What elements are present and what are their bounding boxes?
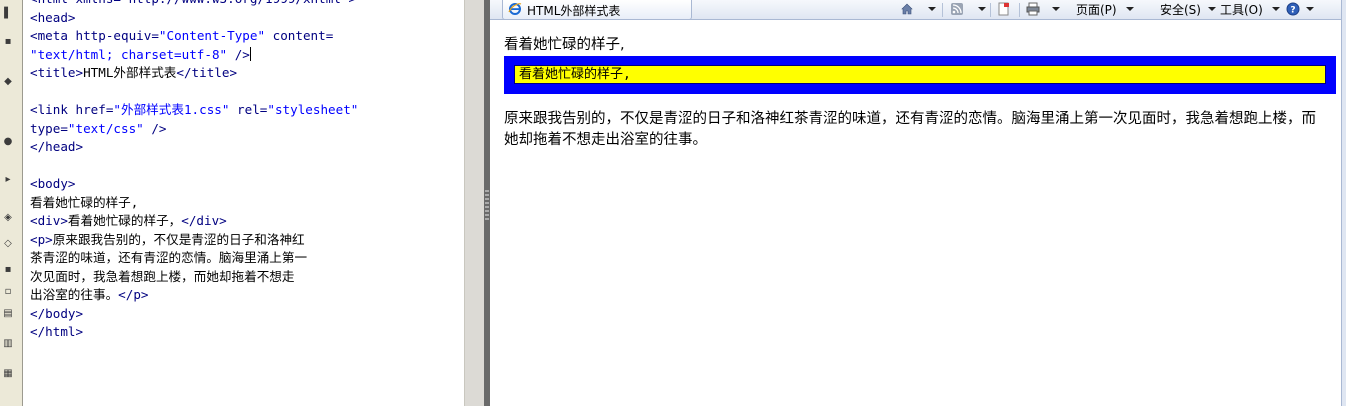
code-line[interactable]: <html xmlns="http://www.w3.org/1999/xhtm… [30,0,464,9]
code-tag: <head> [30,9,76,25]
code-tag: /> [143,120,167,136]
code-attr-value: "text/html; charset=utf-8" [30,46,228,62]
code-line[interactable]: </html> [30,323,464,342]
code-line[interactable]: 出浴室的往事。</p> [30,286,464,305]
toolbar-divider [942,3,943,17]
styled-div: 看着她忙碌的样子, [504,56,1336,94]
window-edge [1341,0,1346,406]
tool-icon[interactable]: ▦ [1,366,15,382]
editor-scroll-area [464,0,484,406]
ie-icon [508,3,522,15]
code-line[interactable]: <meta http-equiv="Content-Type" content= [30,27,464,46]
code-tag: type= [30,120,68,136]
read-mail-icon[interactable] [997,2,1011,16]
tool-icon[interactable]: ▪ [1,34,15,50]
code-tag: <div> [30,213,68,228]
code-attr-value: "stylesheet" [267,102,359,117]
tools-menu-caret-icon [1272,7,1280,11]
code-line[interactable]: <title>HTML外部样式表</title> [30,64,464,83]
splitter-grip[interactable] [485,190,489,220]
code-line[interactable]: 次见面时，我急着想跑上楼，而她却拖着不想走 [30,268,464,287]
styled-div-text: 看着她忙碌的样子, [514,65,1326,84]
tool-icon[interactable]: ▫ [1,284,15,300]
tool-icon[interactable]: ▪ [1,262,15,278]
code-line[interactable] [30,157,464,176]
safety-menu-caret-icon [1208,7,1216,11]
code-view[interactable]: <html xmlns="http://www.w3.org/1999/xhtm… [30,0,464,342]
tool-icon[interactable]: ▸ [1,172,15,188]
tool-icon[interactable]: ● [1,134,15,150]
code-tag: </p> [118,287,149,302]
print-dropdown-icon[interactable] [1052,7,1060,11]
tool-icon[interactable]: ◇ [1,236,15,252]
code-attr-value: "Content-Type" [158,28,266,43]
help-icon[interactable]: ? [1286,2,1300,16]
code-tag: </title> [176,65,238,80]
code-tag: </div> [181,213,227,228]
code-text: 原来跟我告别的，不仅是青涩的日子和洛神红 [52,231,305,247]
code-text: 次见面时，我急着想跑上楼，而她却拖着不想走 [30,268,295,284]
home-dropdown-icon[interactable] [928,7,936,11]
page-menu-button[interactable]: 页面(P) [1076,2,1117,18]
code-tag: <html xmlns="http://www.w3.org/1999/xhtm… [30,0,356,6]
code-line[interactable]: <head> [30,9,464,28]
safety-menu-button[interactable]: 安全(S) [1160,2,1201,18]
svg-text:?: ? [1290,6,1295,16]
tool-icon[interactable]: ▤ [1,306,15,322]
print-icon[interactable] [1026,2,1040,16]
code-line[interactable]: <div>看着她忙碌的样子，</div> [30,212,464,231]
body-text: 看着她忙碌的样子, [504,37,625,53]
toolbar-divider [1019,3,1020,17]
page-menu-caret-icon [1126,7,1134,11]
code-line[interactable] [30,83,464,102]
code-tag: <p> [30,231,53,247]
code-tag: rel= [229,102,268,117]
code-line[interactable]: type="text/css" /> [30,120,464,139]
page-content: 看着她忙碌的样子, 看着她忙碌的样子, 原来跟我告别的，不仅是青涩的日子和洛神红… [496,28,1342,402]
code-attr-value: "text/css" [67,120,144,136]
code-tag: content= [265,28,334,43]
code-tag: <link href= [30,102,114,117]
code-tag: </body> [30,305,84,321]
tool-icon[interactable]: ▥ [1,336,15,352]
toolbar-divider [990,3,991,17]
browser-preview: HTML外部样式表 页面(P) 安全(S) 工具(O) ? 看着她忙碌的样子, … [490,0,1346,406]
code-text: 茶青涩的味道，还有青涩的恋情。脑海里涌上第一 [30,250,308,265]
home-icon[interactable] [900,2,914,16]
feed-dropdown-icon[interactable] [978,7,986,11]
code-attr-value: "外部样式表1.css" [113,102,230,117]
code-line[interactable]: "text/html; charset=utf-8" /> [30,46,464,65]
browser-toolbar: HTML外部样式表 页面(P) 安全(S) 工具(O) ? [490,0,1346,20]
code-text: 出浴室的往事。 [30,287,119,302]
code-tag: <body> [30,176,76,191]
code-tag: /> [227,46,250,62]
code-tag: <title> [30,65,84,80]
tools-menu-button[interactable]: 工具(O) [1220,2,1263,18]
code-line[interactable]: </head> [30,138,464,157]
browser-tab[interactable]: HTML外部样式表 [502,0,692,20]
code-editor[interactable]: <html xmlns="http://www.w3.org/1999/xhtm… [24,0,464,406]
tool-icon[interactable]: ▌ [1,6,15,22]
code-line[interactable]: <body> [30,175,464,194]
tool-icon[interactable]: ◈ [1,210,15,226]
code-tag: <meta http-equiv= [30,28,159,43]
tab-title: HTML外部样式表 [527,4,621,18]
code-line[interactable]: <link href="外部样式表1.css" rel="stylesheet" [30,101,464,120]
code-line[interactable]: 看着她忙碌的样子, [30,194,464,213]
code-line[interactable]: </body> [30,305,464,324]
code-tag: </html> [30,324,84,339]
code-line[interactable]: <p>原来跟我告别的，不仅是青涩的日子和洛神红 [30,231,464,250]
code-text: 看着她忙碌的样子, [30,194,139,210]
code-text: HTML外部样式表 [83,65,177,80]
help-dropdown-icon[interactable] [1306,7,1314,11]
rss-feed-icon[interactable] [950,2,964,16]
tool-icon[interactable]: ◆ [1,74,15,90]
paragraph: 原来跟我告别的，不仅是青涩的日子和洛神红茶青涩的味道，还有青涩的恋情。脑海里涌上… [504,111,1316,148]
code-line[interactable]: 茶青涩的味道，还有青涩的恋情。脑海里涌上第一 [30,249,464,268]
code-text: 看着她忙碌的样子， [67,213,182,228]
text-cursor [249,46,251,61]
code-tag: </head> [30,139,84,154]
editor-gutter: ▌ ▪ ◆ ● ▸ ◈ ◇ ▪ ▫ ▤ ▥ ▦ [0,0,23,406]
